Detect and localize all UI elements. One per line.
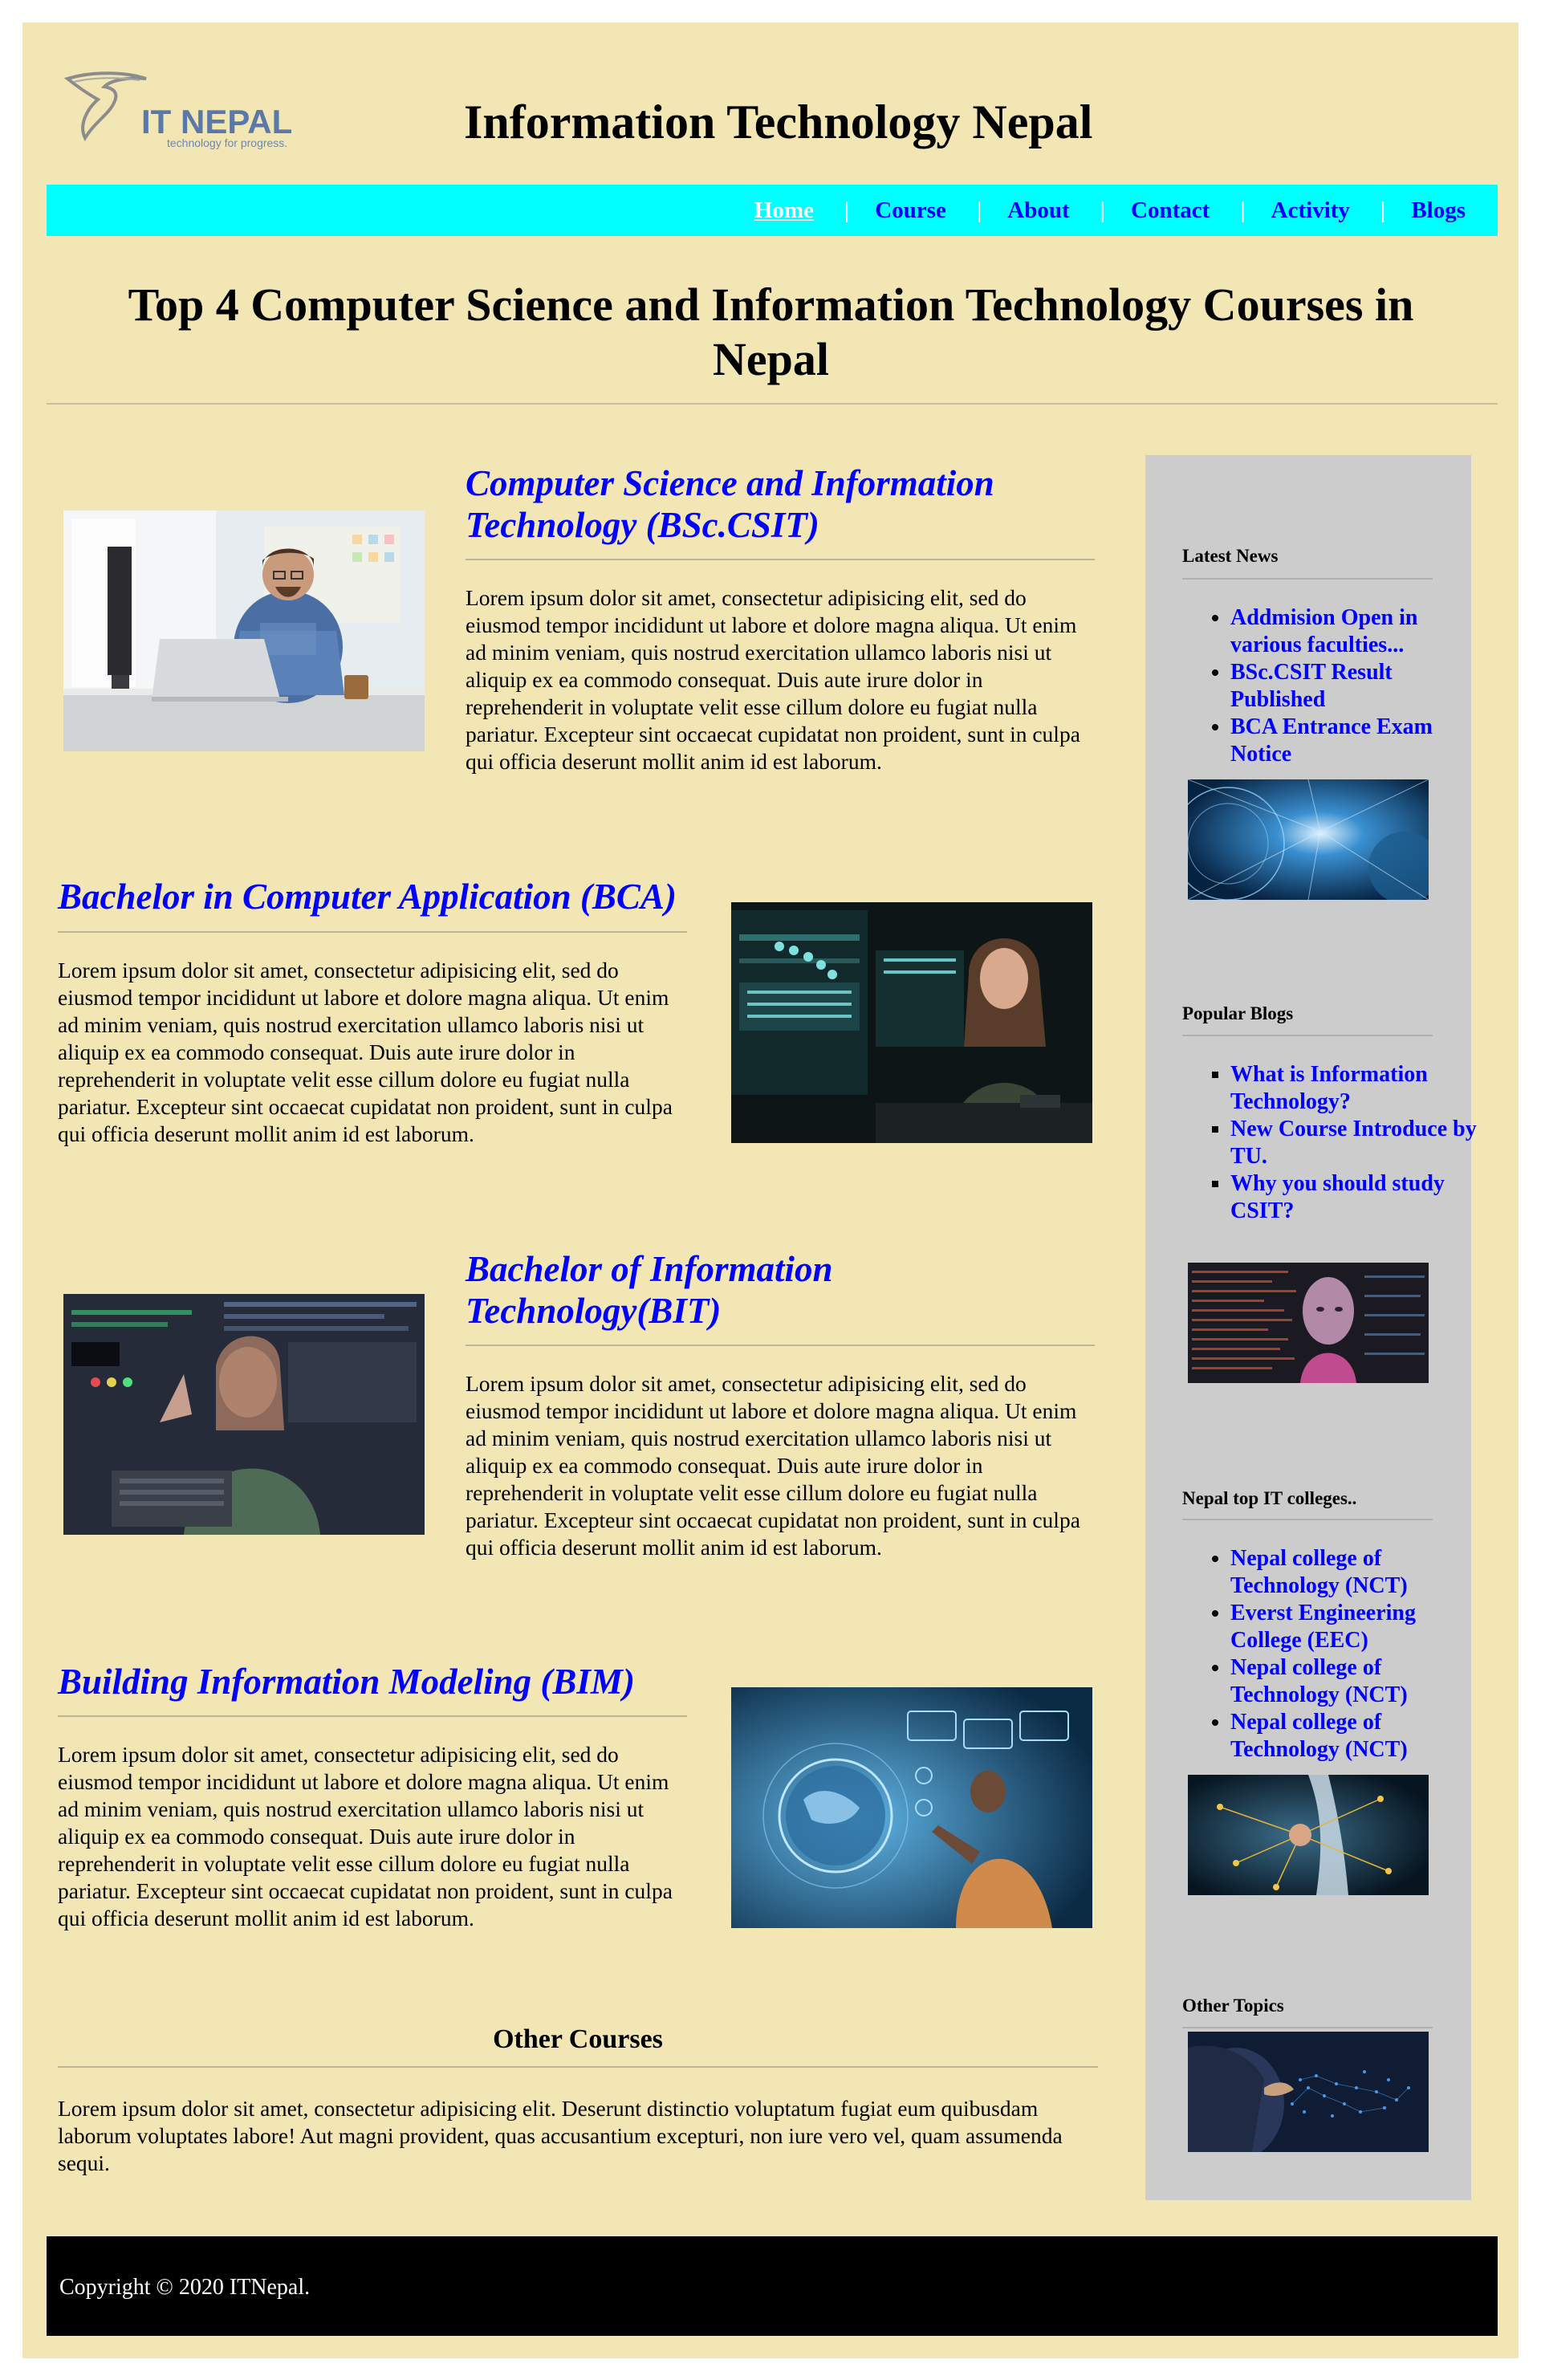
popular-blog-link[interactable]: New Course Introduce by TU. bbox=[1230, 1117, 1477, 1169]
article-image-bsc-csit bbox=[63, 511, 425, 751]
college-link[interactable]: Nepal college of Technology (NCT) bbox=[1230, 1655, 1408, 1707]
logo-name: IT NEPAL bbox=[141, 103, 293, 140]
sidebar: Latest News Addmision Open in various fa… bbox=[1145, 455, 1477, 2200]
logo-bird-icon bbox=[63, 71, 147, 142]
popular-blogs-list: What is Information Technology? New Cour… bbox=[1192, 1061, 1487, 1225]
sidebar-image-touch bbox=[1188, 1775, 1429, 1895]
nav-item-home[interactable]: Home bbox=[754, 197, 814, 224]
nav-separator: | bbox=[976, 197, 982, 223]
article-image-bim bbox=[731, 1687, 1092, 1928]
sidebar-title-top-colleges: Nepal top IT colleges.. bbox=[1182, 1488, 1357, 1508]
site-logo[interactable]: IT NEPAL technology for progress. bbox=[63, 69, 303, 157]
article-title-bim: Building Information Modeling (BIM) bbox=[58, 1662, 635, 1702]
nav-item-blogs[interactable]: Blogs bbox=[1411, 197, 1466, 224]
sidebar-image-ai-face bbox=[1188, 1263, 1429, 1383]
article-title-bit: Bachelor of Information Technology(BIT) bbox=[466, 1249, 833, 1331]
nav-item-about[interactable]: About bbox=[1007, 197, 1069, 224]
sidebar-divider bbox=[1182, 2027, 1433, 2028]
sidebar-title-other-topics: Other Topics bbox=[1182, 1996, 1284, 2016]
latest-news-link[interactable]: BCA Entrance Exam Notice bbox=[1230, 714, 1433, 767]
nav-separator: | bbox=[1380, 197, 1386, 223]
nav-item-course[interactable]: Course bbox=[875, 197, 946, 224]
college-link[interactable]: Everst Engineering College (EEC) bbox=[1230, 1601, 1416, 1653]
page-container: IT NEPAL technology for progress. Inform… bbox=[22, 22, 1519, 2358]
sidebar-title-popular-blogs: Popular Blogs bbox=[1182, 1003, 1294, 1023]
site-header: IT NEPAL technology for progress. Inform… bbox=[22, 22, 1519, 183]
article-title-bsc-csit: Computer Science and Information Technol… bbox=[466, 463, 994, 545]
article-divider bbox=[466, 559, 1095, 560]
sidebar-title-latest-news: Latest News bbox=[1182, 546, 1279, 566]
college-link[interactable]: Nepal college of Technology (NCT) bbox=[1230, 1546, 1408, 1598]
nav-separator: | bbox=[1240, 197, 1246, 223]
article-divider bbox=[58, 1715, 687, 1717]
sidebar-divider bbox=[1182, 578, 1433, 580]
sidebar-divider bbox=[1182, 1035, 1433, 1036]
article-title-bca: Bachelor in Computer Application (BCA) bbox=[58, 877, 677, 917]
article-divider bbox=[58, 931, 687, 933]
article-body-bca: Lorem ipsum dolor sit amet, consectetur … bbox=[58, 958, 673, 1146]
article-image-bca bbox=[731, 902, 1092, 1143]
sidebar-image-world-map bbox=[1188, 2032, 1429, 2152]
latest-news-list: Addmision Open in various faculties... B… bbox=[1192, 604, 1487, 768]
article-divider bbox=[466, 1345, 1095, 1346]
heading-divider bbox=[47, 403, 1498, 405]
nav-list: Home | Course | About | Contact | Activi… bbox=[754, 185, 1466, 236]
popular-blog-link[interactable]: What is Information Technology? bbox=[1230, 1062, 1428, 1114]
logo-tagline: technology for progress. bbox=[167, 136, 288, 149]
sidebar-image-network bbox=[1188, 779, 1429, 900]
site-title: Information Technology Nepal bbox=[464, 96, 1093, 148]
nav-separator: | bbox=[844, 197, 850, 223]
sidebar-divider bbox=[1182, 1519, 1433, 1520]
nav-item-activity[interactable]: Activity bbox=[1271, 197, 1350, 224]
latest-news-link[interactable]: Addmision Open in various faculties... bbox=[1230, 605, 1417, 657]
main-nav: Home | Course | About | Contact | Activi… bbox=[47, 185, 1498, 236]
other-courses-divider bbox=[58, 2066, 1098, 2068]
latest-news-link[interactable]: BSc.CSIT Result Published bbox=[1230, 660, 1393, 712]
page-heading: Top 4 Computer Science and Information T… bbox=[128, 279, 1414, 385]
article-body-bim: Lorem ipsum dolor sit amet, consectetur … bbox=[58, 1742, 673, 1930]
site-footer: Copyright © 2020 ITNepal. bbox=[47, 2236, 1498, 2336]
other-courses-title: Other Courses bbox=[493, 2024, 663, 2054]
top-colleges-list: Nepal college of Technology (NCT) Everst… bbox=[1192, 1545, 1487, 1764]
article-image-bit bbox=[63, 1294, 425, 1535]
popular-blog-link[interactable]: Why you should study CSIT? bbox=[1230, 1171, 1445, 1223]
nav-separator: | bbox=[1100, 197, 1106, 223]
other-courses-body: Lorem ipsum dolor sit amet, consectetur … bbox=[58, 2096, 1063, 2175]
article-body-bsc-csit: Lorem ipsum dolor sit amet, consectetur … bbox=[466, 585, 1080, 774]
footer-copyright: Copyright © 2020 ITNepal. bbox=[59, 2275, 311, 2300]
nav-item-contact[interactable]: Contact bbox=[1131, 197, 1210, 224]
article-body-bit: Lorem ipsum dolor sit amet, consectetur … bbox=[466, 1371, 1080, 1560]
college-link[interactable]: Nepal college of Technology (NCT) bbox=[1230, 1710, 1408, 1762]
